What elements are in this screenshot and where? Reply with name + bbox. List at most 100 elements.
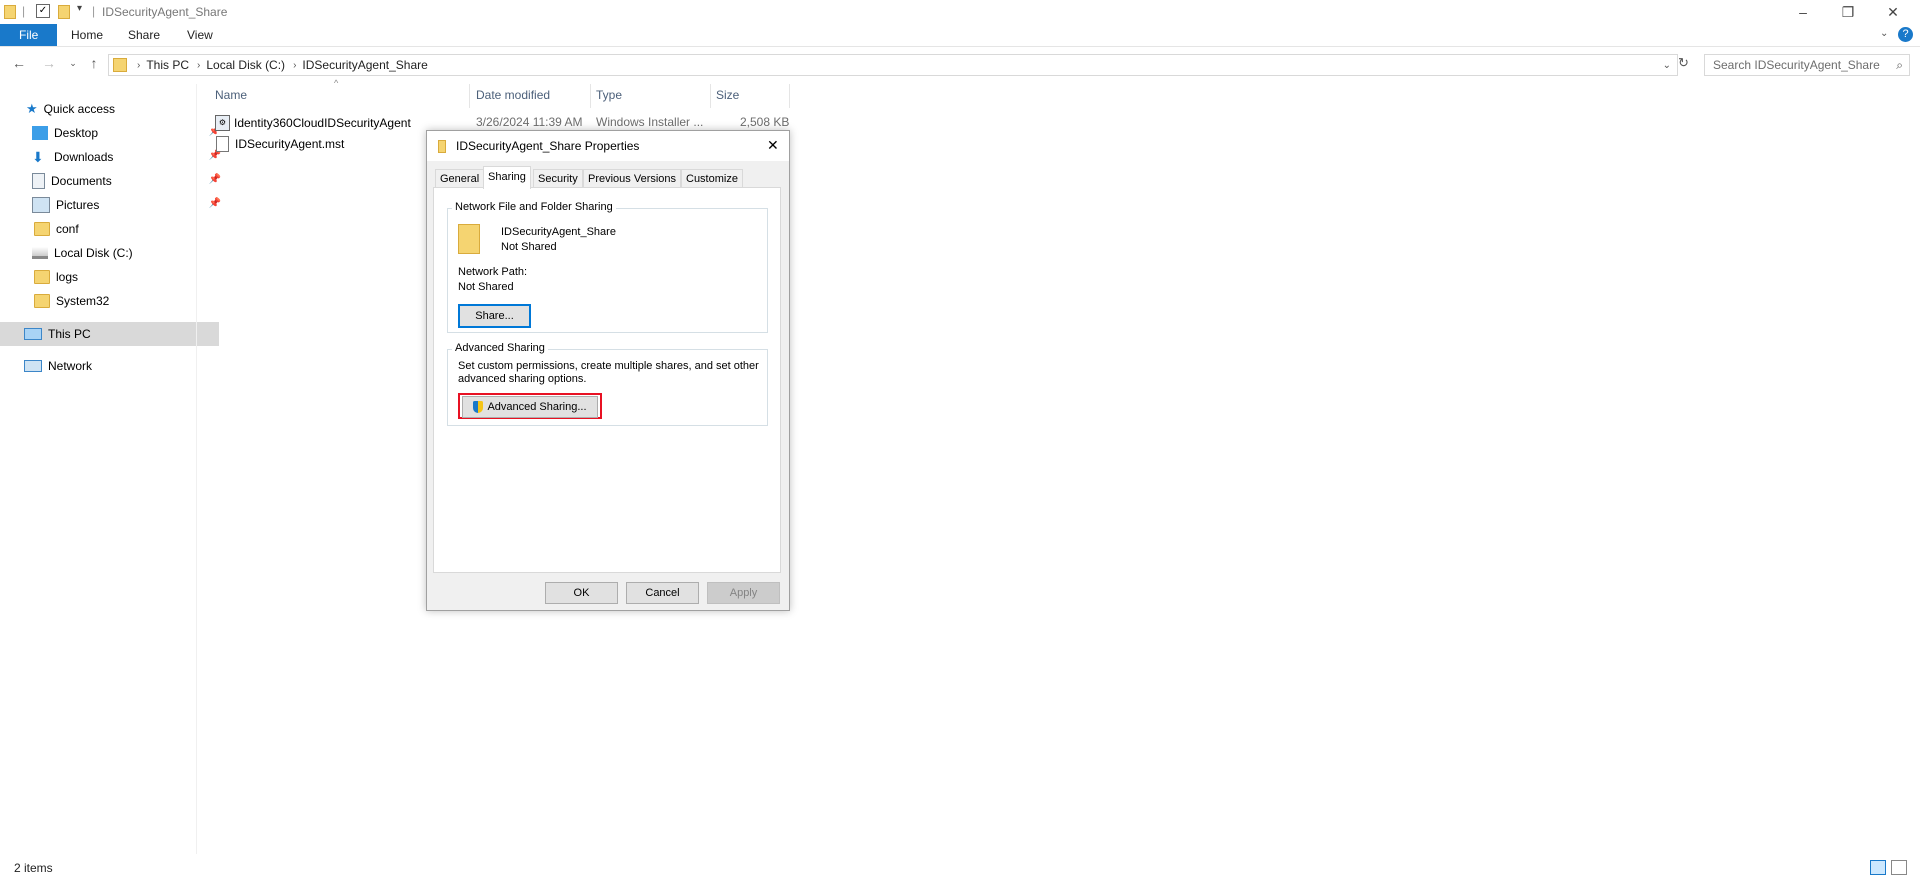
sidebar-item-label: conf xyxy=(56,222,79,236)
restore-button[interactable]: ❐ xyxy=(1825,0,1871,24)
group-label: Network File and Folder Sharing xyxy=(452,201,616,213)
new-folder-icon[interactable] xyxy=(58,5,70,19)
sidebar-this-pc[interactable]: This PC xyxy=(0,322,219,346)
sidebar-quick-access[interactable]: ★ Quick access xyxy=(0,97,221,121)
advanced-sharing-description: advanced sharing options. xyxy=(458,373,587,385)
pane-divider xyxy=(196,84,197,854)
folder-icon xyxy=(34,222,50,236)
apply-button[interactable]: Apply xyxy=(707,582,780,604)
sort-arrow-icon: ^ xyxy=(334,78,339,88)
tab-share[interactable]: Share xyxy=(114,24,174,46)
share-button[interactable]: Share... xyxy=(458,304,531,328)
pictures-icon xyxy=(32,197,50,213)
advanced-sharing-button[interactable]: Advanced Sharing... xyxy=(462,396,598,418)
close-button[interactable]: ✕ xyxy=(1870,0,1916,24)
shared-folder-icon xyxy=(458,224,480,254)
sidebar-item-label: This PC xyxy=(48,327,91,341)
sidebar-item-label: System32 xyxy=(56,294,110,308)
tab-security[interactable]: Security xyxy=(533,169,583,188)
sidebar-item-downloads[interactable]: ⬇ Downloads 📌 xyxy=(0,145,227,169)
breadcrumb-separator: › xyxy=(137,59,141,71)
pin-icon[interactable]: 📌 xyxy=(209,198,221,209)
documents-icon xyxy=(32,173,45,189)
folder-name: IDSecurityAgent_Share xyxy=(501,226,616,238)
star-icon: ★ xyxy=(26,101,38,116)
sharing-tab-page: Network File and Folder Sharing IDSecuri… xyxy=(433,187,781,573)
sidebar-item-label: Documents xyxy=(51,174,112,188)
sidebar-item-logs[interactable]: logs xyxy=(0,265,229,289)
computer-icon xyxy=(24,328,42,340)
file-icon xyxy=(216,136,229,152)
tab-view[interactable]: View xyxy=(173,24,227,46)
address-bar[interactable]: › This PC › Local Disk (C:) › IDSecurity… xyxy=(108,54,1678,76)
file-type: Windows Installer ... xyxy=(596,115,704,129)
sidebar-item-label: Downloads xyxy=(54,150,114,164)
address-dropdown-icon[interactable]: ⌄ xyxy=(1663,60,1671,71)
details-view-icon[interactable] xyxy=(1870,860,1886,875)
group-label: Advanced Sharing xyxy=(452,342,548,354)
sidebar-item-label: Quick access xyxy=(43,102,116,116)
column-divider[interactable] xyxy=(710,84,711,108)
window-title: IDSecurityAgent_Share xyxy=(102,5,228,19)
file-size: 2,508 KB xyxy=(740,115,790,129)
column-name[interactable]: Name xyxy=(215,84,247,106)
network-icon xyxy=(24,360,42,372)
column-divider[interactable] xyxy=(590,84,591,108)
tab-file[interactable]: File xyxy=(0,24,58,46)
advanced-sharing-description: Set custom permissions, create multiple … xyxy=(458,360,759,372)
breadcrumb-this-pc[interactable]: This PC xyxy=(146,58,189,72)
breadcrumb-local-disk[interactable]: Local Disk (C:) xyxy=(206,58,285,72)
dialog-title: IDSecurityAgent_Share Properties xyxy=(456,139,640,153)
column-date-modified[interactable]: Date modified xyxy=(476,84,550,106)
navigation-pane: ★ Quick access Desktop 📌 ⬇ Downloads 📌 D… xyxy=(0,84,221,844)
help-icon[interactable]: ? xyxy=(1898,27,1913,42)
refresh-icon[interactable]: ↻ xyxy=(1678,55,1689,71)
search-input[interactable]: Search IDSecurityAgent_Share xyxy=(1713,58,1880,72)
breadcrumb-current-folder[interactable]: IDSecurityAgent_Share xyxy=(302,58,427,72)
dialog-close-button[interactable]: ✕ xyxy=(767,137,779,154)
large-icons-view-icon[interactable] xyxy=(1891,860,1907,875)
tab-sharing[interactable]: Sharing xyxy=(483,166,531,189)
cancel-button[interactable]: Cancel xyxy=(626,582,699,604)
back-button[interactable]: ← xyxy=(8,50,30,76)
sidebar-item-system32[interactable]: System32 xyxy=(0,289,229,313)
forward-button[interactable]: → xyxy=(38,50,60,76)
breadcrumb-separator: › xyxy=(197,59,201,71)
dialog-title-bar[interactable]: IDSecurityAgent_Share Properties ✕ xyxy=(427,131,789,161)
title-bar: | ✓ ▾ | IDSecurityAgent_Share – ❐ ✕ xyxy=(0,0,1920,24)
separator: | xyxy=(92,4,96,18)
tab-home[interactable]: Home xyxy=(57,24,117,46)
search-box[interactable]: Search IDSecurityAgent_Share ⌕ xyxy=(1704,54,1910,76)
pin-icon[interactable]: 📌 xyxy=(209,174,221,185)
sidebar-item-pictures[interactable]: Pictures 📌 xyxy=(0,193,227,217)
column-size[interactable]: Size xyxy=(716,84,739,106)
separator: | xyxy=(22,4,26,18)
desktop-icon xyxy=(32,126,48,140)
sidebar-item-local-disk[interactable]: Local Disk (C:) xyxy=(0,241,227,265)
customize-toolbar-icon[interactable]: ▾ xyxy=(77,3,82,14)
tab-customize[interactable]: Customize xyxy=(681,169,743,188)
minimize-button[interactable]: – xyxy=(1780,0,1826,24)
sidebar-item-label: Local Disk (C:) xyxy=(54,246,133,260)
ok-button[interactable]: OK xyxy=(545,582,618,604)
ribbon-tabs: File Home Share View ⌄ ? xyxy=(0,24,1920,47)
sidebar-item-documents[interactable]: Documents 📌 xyxy=(0,169,227,193)
network-path-label: Network Path: xyxy=(458,266,528,278)
recent-locations-button[interactable]: ⌄ xyxy=(62,50,84,76)
sidebar-item-desktop[interactable]: Desktop 📌 xyxy=(0,121,227,145)
downloads-icon: ⬇ xyxy=(32,149,44,165)
installer-icon: ⚙ xyxy=(215,115,230,131)
column-type[interactable]: Type xyxy=(596,84,622,106)
sidebar-network[interactable]: Network xyxy=(0,354,219,378)
expand-ribbon-icon[interactable]: ⌄ xyxy=(1880,28,1888,39)
tab-general[interactable]: General xyxy=(435,169,485,188)
search-icon[interactable]: ⌕ xyxy=(1896,58,1903,73)
sidebar-item-conf[interactable]: conf xyxy=(0,217,229,241)
tab-previous-versions[interactable]: Previous Versions xyxy=(583,169,682,188)
column-divider[interactable] xyxy=(789,84,790,108)
folder-icon xyxy=(34,294,50,308)
column-divider[interactable] xyxy=(469,84,470,108)
drive-icon xyxy=(32,247,48,259)
up-button[interactable]: ↑ xyxy=(83,50,105,76)
properties-icon[interactable]: ✓ xyxy=(36,4,50,18)
